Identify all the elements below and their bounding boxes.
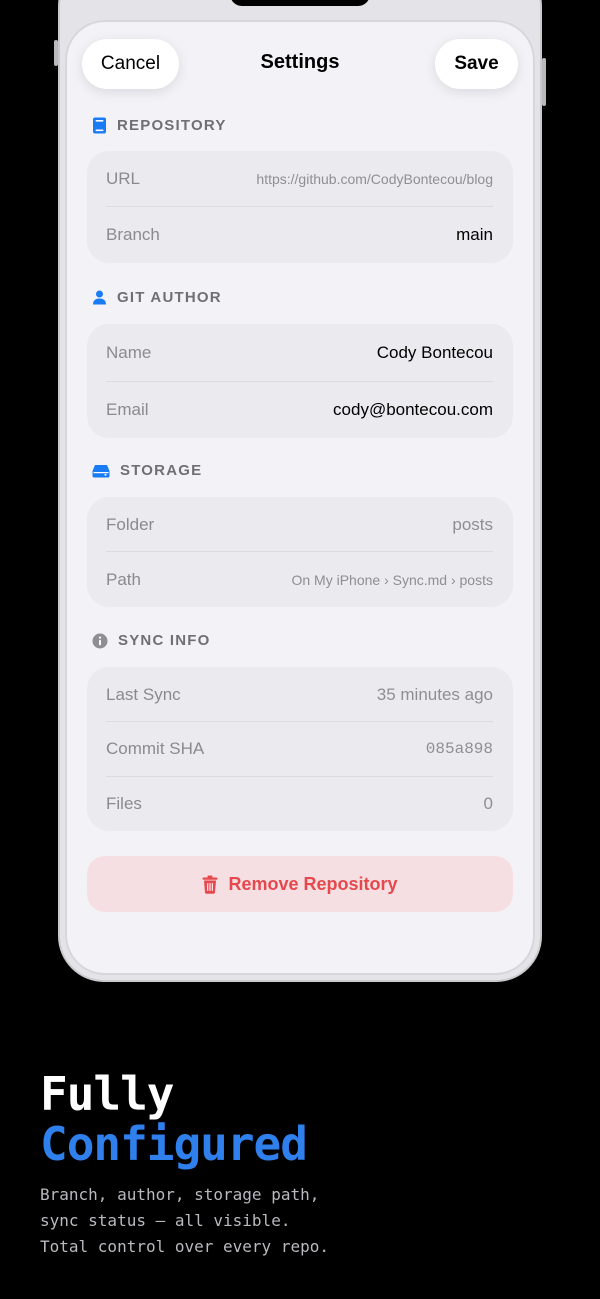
section-header-git-author: GIT AUTHOR — [92, 289, 222, 306]
drive-icon — [92, 464, 110, 477]
url-row[interactable]: URL https://github.com/CodyBontecou/blog — [106, 151, 493, 207]
sync-info-card: Last Sync 35 minutes ago Commit SHA 085a… — [87, 667, 513, 831]
name-row[interactable]: Name Cody Bontecou — [106, 324, 493, 381]
info-icon — [92, 633, 108, 648]
headline-line-1: Fully — [40, 1067, 174, 1121]
row-label: Last Sync — [106, 684, 181, 704]
name-value: Cody Bontecou — [376, 342, 493, 362]
repository-card: URL https://github.com/CodyBontecou/blog… — [87, 151, 513, 263]
subtitle-line: Branch, author, storage path, — [40, 1185, 320, 1204]
subtitle-line: sync status — all visible. — [40, 1211, 291, 1230]
subtitle-line: Total control over every repo. — [40, 1237, 329, 1256]
section-header-storage: STORAGE — [92, 462, 202, 479]
save-button[interactable]: Save — [435, 39, 518, 89]
remove-repository-button[interactable]: Remove Repository — [87, 856, 513, 912]
row-label: Path — [106, 569, 141, 589]
row-label: Branch — [106, 225, 160, 244]
row-label: Name — [106, 342, 152, 362]
section-header-sync-info: SYNC INFO — [92, 632, 210, 649]
section-header-label: REPOSITORY — [117, 117, 227, 134]
subtitle: Branch, author, storage path, sync statu… — [40, 1182, 580, 1260]
branch-value: main — [456, 225, 493, 244]
path-row[interactable]: Path On My iPhone › Sync.md › posts — [106, 552, 493, 607]
dynamic-island — [230, 0, 370, 6]
person-icon — [93, 290, 106, 305]
settings-sheet: Cancel Settings Save REPOSITORY URL http… — [65, 20, 535, 975]
section-header-label: SYNC INFO — [118, 632, 211, 649]
folder-row[interactable]: Folder posts — [106, 497, 493, 552]
row-label: URL — [106, 169, 141, 188]
folder-value: posts — [452, 514, 493, 534]
row-label: Folder — [106, 514, 155, 534]
section-header-repository: REPOSITORY — [92, 117, 227, 134]
phone-side-button — [542, 58, 546, 106]
url-value: https://github.com/CodyBontecou/blog — [256, 171, 493, 187]
headline-line-2: Configured — [40, 1117, 308, 1171]
row-label: Commit SHA — [106, 739, 205, 758]
last-sync-value: 35 minutes ago — [376, 684, 493, 704]
trash-icon — [202, 875, 218, 894]
files-value: 0 — [483, 793, 493, 813]
email-value: cody@bontecou.com — [333, 399, 493, 419]
files-row: Files 0 — [106, 776, 493, 831]
section-header-label: GIT AUTHOR — [117, 289, 222, 306]
last-sync-row: Last Sync 35 minutes ago — [106, 667, 493, 722]
path-value: On My iPhone › Sync.md › posts — [291, 571, 493, 588]
phone-side-button — [54, 40, 58, 66]
commit-sha-row: Commit SHA 085a898 — [106, 722, 493, 776]
branch-row[interactable]: Branch main — [106, 207, 493, 263]
email-row[interactable]: Email cody@bontecou.com — [106, 381, 493, 438]
commit-sha-value: 085a898 — [425, 740, 493, 758]
storage-card: Folder posts Path On My iPhone › Sync.md… — [87, 497, 513, 607]
remove-repository-label: Remove Repository — [228, 873, 398, 894]
book-icon — [93, 117, 106, 134]
section-header-label: STORAGE — [120, 462, 203, 479]
git-author-card: Name Cody Bontecou Email cody@bontecou.c… — [87, 324, 513, 438]
row-label: Email — [106, 399, 149, 419]
row-label: Files — [106, 793, 142, 813]
